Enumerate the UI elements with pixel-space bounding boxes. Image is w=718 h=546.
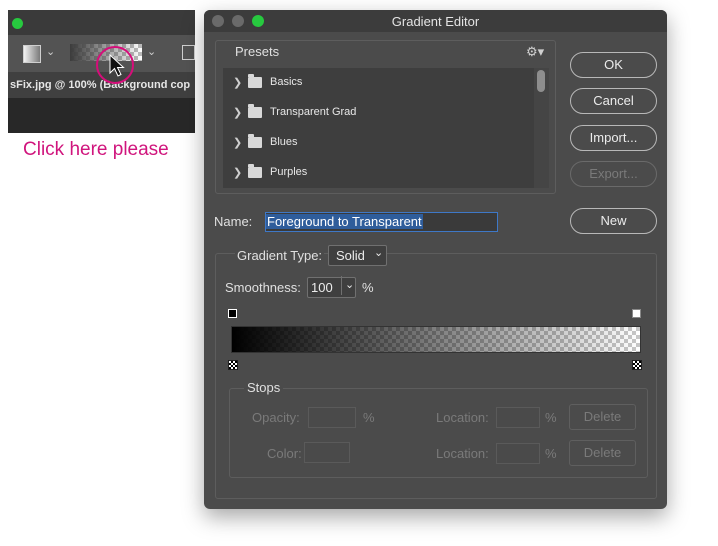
linear-gradient-mode-button[interactable] <box>182 45 195 60</box>
folder-icon <box>248 134 262 148</box>
tool-preset-picker[interactable] <box>23 45 41 63</box>
color-stop-right[interactable] <box>632 360 642 370</box>
presets-scrollbar[interactable] <box>534 68 549 188</box>
gradient-type-value: Solid <box>336 248 365 263</box>
opacity-unit: % <box>363 410 375 425</box>
chevron-down-icon: ⌄ <box>374 247 384 259</box>
presets-list: ❯ Basics ❯ Transparent Grad ❯ Blues ❯ Pu… <box>223 68 549 188</box>
preset-folder-label: Basics <box>270 76 303 88</box>
preset-folder-purples[interactable]: ❯ Purples <box>223 158 533 188</box>
delete-opacity-stop-button[interactable]: Delete <box>569 404 636 430</box>
opacity-location-label: Location: <box>436 410 489 425</box>
folder-icon <box>248 74 262 88</box>
dialog-title-bar: Gradient Editor <box>204 10 667 32</box>
color-swatch-field[interactable] <box>304 442 350 463</box>
preset-folder-label: Transparent Grad <box>270 106 357 118</box>
gradient-type-label: Gradient Type: <box>235 248 325 263</box>
instruction-callout: Click here please <box>23 139 169 160</box>
canvas-area <box>8 98 195 133</box>
color-location-field[interactable] <box>496 443 540 464</box>
new-button[interactable]: New <box>570 208 657 234</box>
export-button[interactable]: Export... <box>570 161 657 187</box>
color-location-label: Location: <box>436 446 489 461</box>
opacity-location-unit: % <box>545 410 557 425</box>
photoshop-options-snippet: ⌄ ⌄ sFix.jpg @ 100% (Background cop <box>8 10 195 133</box>
color-label: Color: <box>267 446 302 461</box>
smoothness-select[interactable]: 100 ⌄ <box>307 276 356 298</box>
scrollbar-thumb[interactable] <box>537 70 545 92</box>
chevron-right-icon[interactable]: ❯ <box>233 166 242 179</box>
smoothness-value: 100 <box>311 280 333 295</box>
stops-label: Stops <box>244 380 284 395</box>
preset-folder-label: Purples <box>270 166 308 178</box>
window-zoom-button[interactable] <box>12 18 23 29</box>
ok-button[interactable]: OK <box>570 52 657 78</box>
opacity-location-field[interactable] <box>496 407 540 428</box>
preset-folder-label: Blues <box>270 136 298 148</box>
chevron-right-icon[interactable]: ❯ <box>233 106 242 119</box>
photoshop-title-bar <box>8 10 195 35</box>
chevron-right-icon[interactable]: ❯ <box>233 136 242 149</box>
folder-icon <box>248 164 262 178</box>
presets-label: Presets <box>235 44 280 59</box>
chevron-down-icon[interactable]: ⌄ <box>147 45 156 58</box>
gradient-bar[interactable] <box>231 326 641 353</box>
name-label: Name: <box>214 214 253 229</box>
color-location-unit: % <box>545 446 557 461</box>
folder-icon <box>248 104 262 118</box>
import-button[interactable]: Import... <box>570 125 657 151</box>
smoothness-unit: % <box>362 280 374 295</box>
gradient-type-select[interactable]: Solid ⌄ <box>328 245 387 266</box>
color-stop-left[interactable] <box>228 360 238 370</box>
name-field[interactable]: Foreground to Transparent <box>265 212 498 232</box>
preset-folder-basics[interactable]: ❯ Basics <box>223 68 533 98</box>
delete-color-stop-button[interactable]: Delete <box>569 440 636 466</box>
chevron-right-icon[interactable]: ❯ <box>233 76 242 89</box>
dialog-title: Gradient Editor <box>391 14 480 29</box>
opacity-field[interactable] <box>308 407 356 428</box>
gear-icon[interactable]: ⚙▾ <box>526 44 544 60</box>
preset-folder-transparent-grad[interactable]: ❯ Transparent Grad <box>223 98 533 128</box>
cancel-button[interactable]: Cancel <box>570 88 657 114</box>
preset-folder-blues[interactable]: ❯ Blues <box>223 128 533 158</box>
opacity-stop-right[interactable] <box>632 309 641 318</box>
opacity-label: Opacity: <box>252 410 300 425</box>
chevron-down-icon[interactable]: ⌄ <box>46 45 55 58</box>
opacity-stop-left[interactable] <box>228 309 237 318</box>
cursor-arrow-icon <box>109 54 125 77</box>
name-field-value: Foreground to Transparent <box>266 214 423 229</box>
gradient-editor-dialog: Gradient Editor Presets ⚙▾ ❯ Basics ❯ Tr… <box>204 10 667 509</box>
chevron-down-icon: ⌄ <box>341 276 354 295</box>
smoothness-label: Smoothness: <box>225 280 301 295</box>
